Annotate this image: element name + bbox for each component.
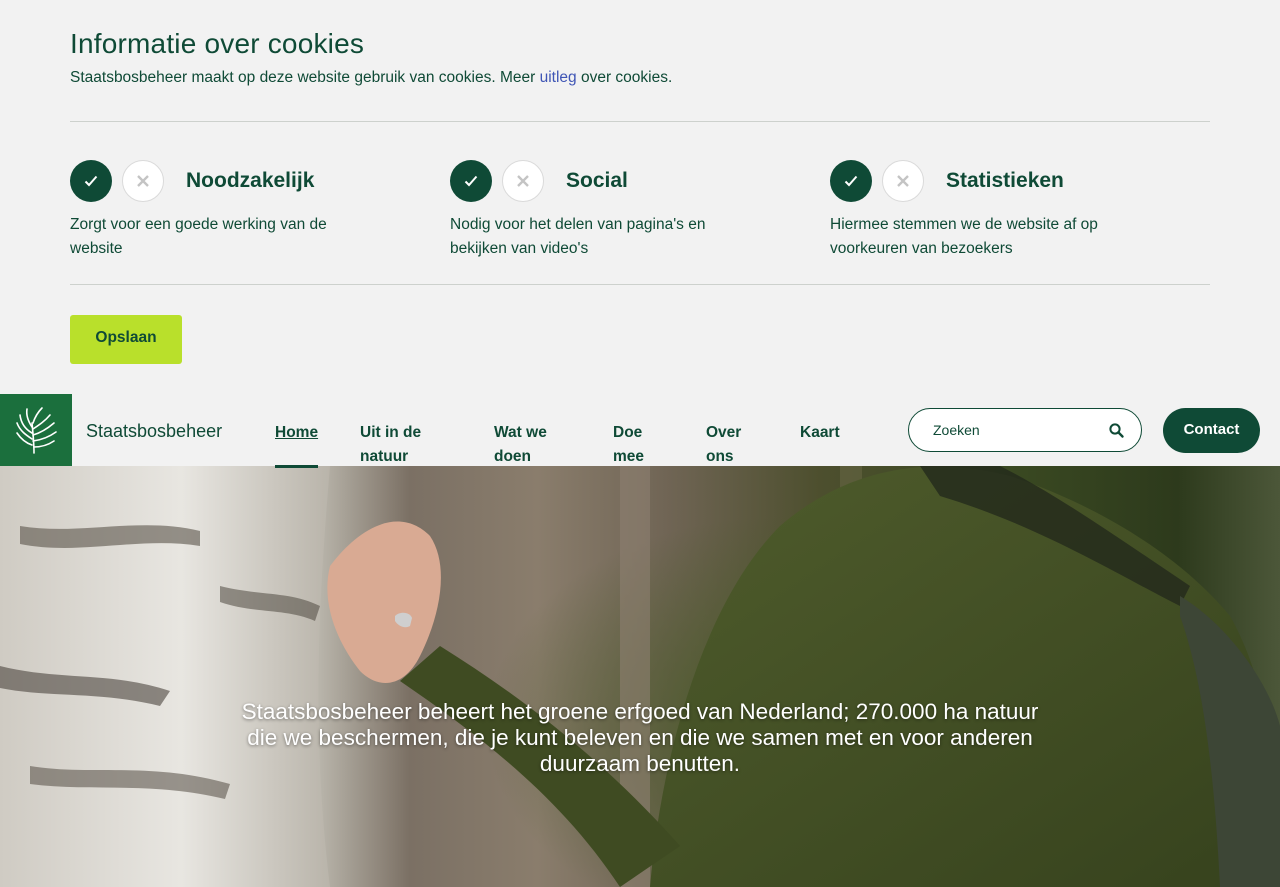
cookie-intro: Staatsbosbeheer maakt op deze website ge… xyxy=(70,69,672,87)
nav-label: Kaart xyxy=(800,424,840,441)
tree-logo-icon xyxy=(16,407,57,454)
close-icon xyxy=(897,174,909,187)
nav-label-line2: natuur xyxy=(360,448,409,465)
nav-item-home[interactable]: Home xyxy=(275,421,319,468)
search-icon[interactable] xyxy=(1107,421,1127,441)
close-icon xyxy=(517,174,529,187)
nav-item-doe-mee[interactable]: Doe mee xyxy=(613,421,644,469)
hero-caption: Staatsbosbeheer beheert het groene erfgo… xyxy=(241,699,1039,776)
cookie-category-social: Social Nodig voor het delen van pagina's… xyxy=(450,159,780,261)
nav-item-kaart[interactable]: Kaart xyxy=(800,421,840,445)
accept-social-button[interactable] xyxy=(450,159,492,202)
category-name: Noodzakelijk xyxy=(186,168,315,192)
contact-button[interactable]: Contact xyxy=(1163,408,1260,453)
nav-item-wat-we-doen[interactable]: Wat we doen xyxy=(494,421,547,469)
cookie-category-noodzakelijk: Noodzakelijk Zorgt voor een goede werkin… xyxy=(70,159,400,261)
cookie-category-statistieken: Statistieken Hiermee stemmen we de websi… xyxy=(830,159,1160,261)
category-description: Hiermee stemmen we de website af op voor… xyxy=(830,216,1098,257)
hero-image xyxy=(0,466,1280,887)
reject-noodzakelijk-button[interactable] xyxy=(122,159,164,202)
nav-label: Wat we xyxy=(494,424,547,441)
cookie-banner: Informatie over cookies Staatsbosbeheer … xyxy=(0,0,1280,394)
category-description: Zorgt voor een goede werking van de webs… xyxy=(70,216,327,257)
main-navigation: Staatsbosbeheer Home Uit in de natuur Wat… xyxy=(0,394,1280,469)
reject-social-button[interactable] xyxy=(502,159,544,202)
nav-label: Doe xyxy=(613,424,643,441)
category-name: Statistieken xyxy=(946,168,1064,192)
hero-banner: Staatsbosbeheer beheert het groene erfgo… xyxy=(0,466,1280,887)
nav-label: Uit in de xyxy=(360,424,422,441)
cookie-explanation-link[interactable]: uitleg xyxy=(540,69,577,86)
nav-label: Over xyxy=(706,424,742,441)
cookie-intro-text: Staatsbosbeheer maakt op deze website ge… xyxy=(70,69,540,86)
logo-link[interactable] xyxy=(0,394,72,466)
divider xyxy=(70,284,1210,285)
search-input[interactable] xyxy=(933,419,1093,441)
category-name: Social xyxy=(566,168,628,192)
accept-noodzakelijk-button[interactable] xyxy=(70,159,112,202)
nav-label-line2: doen xyxy=(494,448,532,465)
check-icon xyxy=(844,175,858,186)
nav-item-uit-in-de-natuur[interactable]: Uit in de natuur xyxy=(360,421,421,469)
nav-label-line2: mee xyxy=(613,448,645,465)
check-icon xyxy=(84,175,98,186)
cookie-title: Informatie over cookies xyxy=(70,28,365,59)
close-icon xyxy=(137,174,149,187)
nav-label: Home xyxy=(275,424,319,441)
nav-label-line2: ons xyxy=(706,448,734,465)
search-box xyxy=(908,408,1142,452)
check-icon xyxy=(464,175,478,186)
nav-item-over-ons[interactable]: Over ons xyxy=(706,421,741,469)
cookie-intro-text-end: over cookies. xyxy=(576,69,673,86)
save-button[interactable]: Opslaan xyxy=(70,315,182,364)
category-description: Nodig voor het delen van pagina's en bek… xyxy=(450,216,706,257)
divider xyxy=(70,121,1210,122)
brand-name: Staatsbosbeheer xyxy=(86,421,223,441)
reject-statistieken-button[interactable] xyxy=(882,159,924,202)
accept-statistieken-button[interactable] xyxy=(830,159,872,202)
